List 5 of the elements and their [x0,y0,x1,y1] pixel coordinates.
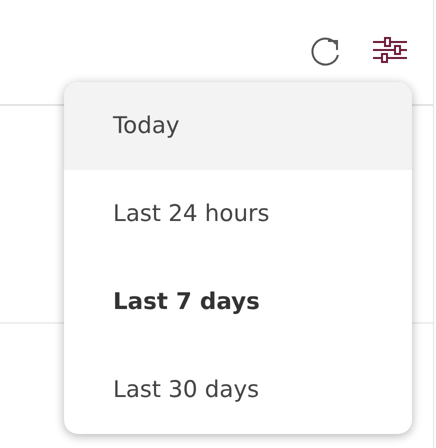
menu-item[interactable]: Today [64,82,412,170]
menu-item[interactable]: Last 24 hours [64,170,412,258]
sliders-icon[interactable] [373,37,407,63]
menu-item[interactable]: Last 7 days [64,258,412,346]
menu-item[interactable]: Last 30 days [64,346,412,434]
